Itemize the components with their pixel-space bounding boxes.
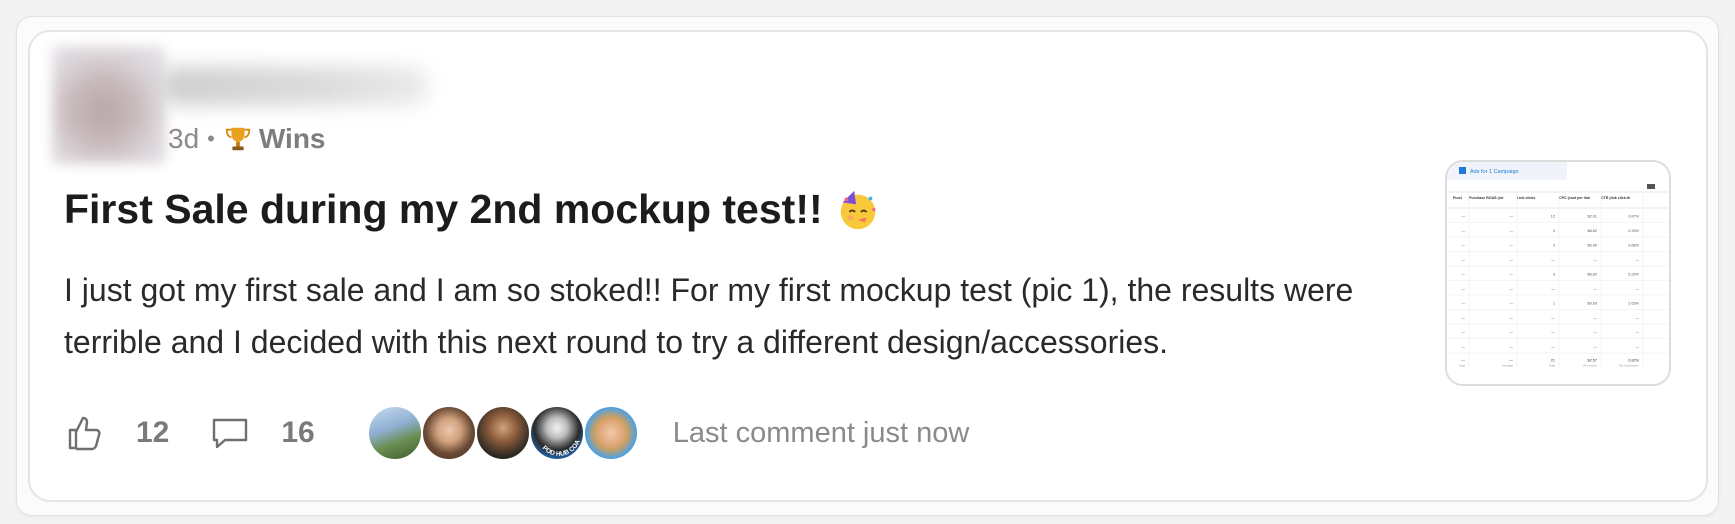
coach-badge: POD HUB COACH bbox=[531, 407, 582, 458]
thumb-cell: 5.26% bbox=[1628, 273, 1639, 277]
thumb-cell: — bbox=[1461, 229, 1465, 233]
thumbs-up-icon[interactable] bbox=[64, 412, 106, 454]
thumb-total-label: Average bbox=[1502, 364, 1513, 368]
thumb-cell: — bbox=[1509, 215, 1513, 219]
thumb-cell: — bbox=[1461, 244, 1465, 248]
post-body[interactable]: I just got my first sale and I am so sto… bbox=[64, 264, 1434, 368]
thumb-cell: — bbox=[1461, 345, 1465, 349]
post-time: 3d bbox=[168, 123, 200, 154]
like-action[interactable]: 12 bbox=[64, 412, 169, 454]
thumb-cell: — bbox=[1461, 215, 1465, 219]
commenter-avatar-5[interactable] bbox=[582, 405, 639, 461]
thumb-cell: — bbox=[1635, 287, 1639, 291]
thumb-cell: 0.87% bbox=[1628, 215, 1639, 219]
thumb-cell: — bbox=[1509, 345, 1513, 349]
comment-action[interactable]: 16 bbox=[209, 412, 315, 454]
thumb-cell: 2 bbox=[1553, 229, 1555, 233]
thumb-cell: — bbox=[1461, 287, 1465, 291]
thumb-total-label: Per Action bbox=[1583, 364, 1597, 368]
post-category[interactable]: Wins bbox=[259, 123, 326, 155]
thumb-cell: — bbox=[1461, 258, 1465, 262]
thumb-cell: — bbox=[1551, 331, 1555, 335]
thumb-cell: — bbox=[1635, 316, 1639, 320]
thumb-cell: — bbox=[1509, 244, 1513, 248]
thumb-cell: $2.91 bbox=[1587, 215, 1597, 219]
thumb-col-header: CPC (cost per link bbox=[1559, 196, 1590, 200]
thumb-header: Ads for 1 Campaign bbox=[1470, 169, 1519, 175]
thumb-cell: — bbox=[1593, 287, 1597, 291]
post-title[interactable]: First Sale during my 2nd mockup test!! bbox=[64, 186, 881, 233]
thumb-cell: — bbox=[1635, 331, 1639, 335]
thumb-cell: 0.68% bbox=[1628, 244, 1639, 248]
thumb-cell: 1 bbox=[1553, 302, 1555, 306]
thumb-cell: — bbox=[1509, 273, 1513, 277]
thumb-cell: 3 bbox=[1553, 273, 1555, 277]
thumb-total-label: Per Impression bbox=[1619, 364, 1640, 368]
commenter-avatars[interactable]: POD HUB COACH bbox=[366, 405, 639, 461]
thumb-cell: $6.82 bbox=[1587, 273, 1597, 277]
thumb-cell: — bbox=[1461, 302, 1465, 306]
thumb-cell: — bbox=[1635, 345, 1639, 349]
post-footer: 12 16 POD HUB COACH Last comment just no… bbox=[64, 404, 1164, 462]
partying-face-icon bbox=[840, 190, 875, 229]
thumb-cell: — bbox=[1593, 331, 1597, 335]
author-avatar[interactable] bbox=[52, 46, 166, 164]
svg-text:POD HUB COACH: POD HUB COACH bbox=[531, 407, 582, 458]
post-title-text[interactable]: First Sale during my 2nd mockup test!! bbox=[64, 186, 823, 233]
thumb-cell: 12 bbox=[1551, 215, 1555, 219]
commenter-avatar-2[interactable] bbox=[420, 405, 477, 461]
thumb-cell: — bbox=[1509, 258, 1513, 262]
thumb-col-header: Purchase ROAS (ret bbox=[1469, 196, 1504, 200]
thumb-cell: — bbox=[1509, 316, 1513, 320]
thumb-cell: — bbox=[1593, 345, 1597, 349]
thumb-cell: — bbox=[1461, 316, 1465, 320]
thumb-cell: — bbox=[1461, 273, 1465, 277]
thumb-cell: — bbox=[1461, 331, 1465, 335]
comment-count: 16 bbox=[281, 416, 315, 449]
thumb-total: 0.82% bbox=[1628, 359, 1639, 363]
post-image-thumbnail[interactable]: Ads for 1 Campaign Purcl Purchase ROAS (r… bbox=[1445, 160, 1671, 386]
ads-report-table: Ads for 1 Campaign Purcl Purchase ROAS (r… bbox=[1447, 162, 1669, 384]
thumb-total-label: Total bbox=[1549, 364, 1556, 368]
thumb-cell: — bbox=[1551, 316, 1555, 320]
thumb-col-header: Purcl bbox=[1453, 196, 1462, 200]
thumb-cell: $5.06 bbox=[1587, 244, 1597, 248]
thumb-cell: — bbox=[1509, 331, 1513, 335]
like-count: 12 bbox=[136, 416, 170, 449]
post-meta: 3d • Wins bbox=[168, 122, 326, 156]
thumb-col-header: CTR (link click-th bbox=[1601, 196, 1630, 200]
commenter-avatar-3[interactable] bbox=[474, 405, 531, 461]
thumb-cell: — bbox=[1551, 287, 1555, 291]
thumb-cell: — bbox=[1551, 345, 1555, 349]
commenter-avatar-4[interactable]: POD HUB COACH bbox=[528, 405, 585, 461]
trophy-icon bbox=[225, 127, 251, 151]
thumb-cell: 0.39% bbox=[1628, 229, 1639, 233]
thumb-total-label: Total bbox=[1459, 364, 1466, 368]
thumb-cell: — bbox=[1509, 287, 1513, 291]
thumb-cell: — bbox=[1551, 258, 1555, 262]
report-icon bbox=[1459, 167, 1466, 174]
thumb-cell: $0.69 bbox=[1587, 302, 1597, 306]
thumb-cell: — bbox=[1593, 258, 1597, 262]
thumb-total: $2.57 bbox=[1587, 359, 1597, 363]
thumb-total: — bbox=[1461, 359, 1465, 363]
thumb-col-header: Link clicks bbox=[1517, 196, 1535, 200]
author-name[interactable] bbox=[160, 66, 430, 106]
thumb-cell: $8.52 bbox=[1587, 229, 1597, 233]
meta-separator: • bbox=[207, 126, 215, 151]
thumb-total: 21 bbox=[1551, 359, 1555, 363]
thumb-cell: — bbox=[1509, 302, 1513, 306]
comment-icon[interactable] bbox=[209, 412, 251, 454]
thumb-cell: 2.63% bbox=[1628, 302, 1639, 306]
thumb-total: — bbox=[1509, 359, 1513, 363]
thumb-cell: — bbox=[1593, 316, 1597, 320]
thumb-cell: — bbox=[1635, 258, 1639, 262]
thumb-cell: — bbox=[1509, 229, 1513, 233]
thumb-cell: 3 bbox=[1553, 244, 1555, 248]
commenter-avatar-1[interactable] bbox=[366, 405, 423, 461]
last-comment-time: Last comment just now bbox=[672, 416, 970, 449]
